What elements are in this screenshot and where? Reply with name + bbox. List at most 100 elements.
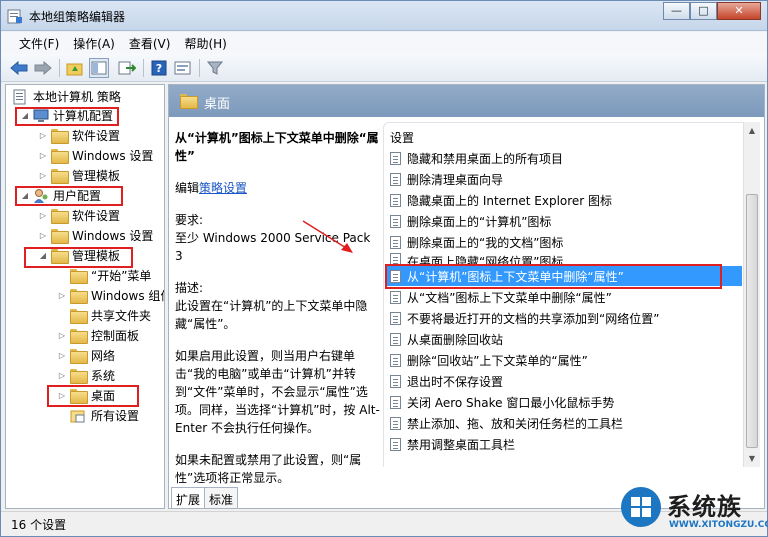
policy-title: 从“计算机”图标上下文菜单中删除“属性” [175, 131, 379, 163]
setting-icon [390, 290, 401, 304]
watermark: 系统族 WWW.XITONGZU.COM [617, 483, 768, 536]
tree-windows-components[interactable]: ▷ Windows 组件 [57, 286, 164, 305]
edit-policy-link[interactable]: 策略设置 [199, 181, 247, 195]
tree-cc-software[interactable]: ▷ 软件设置 [38, 126, 120, 145]
window: 本地组策略编辑器 — □ ✕ 文件(F) 操作(A) 查看(V) 帮助(H) ?… [0, 0, 768, 537]
highlight-selected-setting [385, 264, 722, 289]
highlight-user-config [15, 186, 123, 206]
settings-column-header[interactable]: 设置 [384, 123, 743, 147]
tree-all-settings[interactable]: 所有设置 [70, 406, 139, 425]
list-item[interactable]: 从“文档”图标上下文菜单中删除“属性” [386, 287, 742, 307]
list-item[interactable]: 禁止添加、拖、放和关闭任务栏的工具栏 [386, 413, 742, 433]
menu-bar: 文件(F) 操作(A) 查看(V) 帮助(H) [1, 32, 767, 54]
show-tree-icon[interactable] [89, 58, 109, 78]
red-arrow-icon [302, 220, 353, 253]
tree-system[interactable]: ▷ 系统 [57, 366, 115, 385]
menu-action[interactable]: 操作(A) [67, 32, 123, 54]
app-icon [7, 9, 22, 24]
setting-icon [390, 353, 401, 367]
description-text: 此设置在“计算机”的上下文菜单中隐藏“属性”。 [175, 299, 368, 331]
scroll-down-icon[interactable]: ▼ [744, 450, 760, 467]
folder-icon [70, 369, 88, 384]
folder-icon [51, 129, 69, 144]
filter-icon[interactable] [205, 58, 225, 78]
minimize-button[interactable]: — [663, 2, 690, 20]
status-text: 16 个设置 [11, 518, 67, 532]
view-tabs: 扩展 标准 [171, 487, 239, 508]
menu-help[interactable]: 帮助(H) [178, 32, 234, 54]
highlight-desktop [47, 385, 139, 407]
setting-icon [390, 374, 401, 388]
all-settings-icon [70, 410, 85, 422]
disabled-text: 如果未配置或禁用了此设置，则“属性”选项将正常显示。 [175, 453, 362, 485]
help-icon[interactable]: ? [149, 58, 169, 78]
list-item[interactable]: 从桌面删除回收站 [386, 329, 742, 349]
setting-icon [390, 437, 401, 451]
list-item[interactable]: 删除桌面上的“计算机”图标 [386, 211, 742, 231]
back-icon[interactable] [9, 58, 29, 78]
policy-doc-icon [13, 89, 26, 104]
folder-icon [70, 309, 88, 324]
setting-icon [390, 395, 401, 409]
tree-control-panel[interactable]: ▷ 控制面板 [57, 326, 139, 345]
setting-icon [390, 172, 401, 186]
up-folder-icon[interactable] [65, 58, 85, 78]
svg-text:?: ? [156, 62, 162, 75]
setting-icon [390, 332, 401, 346]
list-item[interactable]: 隐藏和禁用桌面上的所有项目 [386, 148, 742, 168]
details-header: 桌面 [169, 85, 764, 117]
tree-uc-windows[interactable]: ▷ Windows 设置 [38, 226, 153, 245]
tree-uc-software[interactable]: ▷ 软件设置 [38, 206, 120, 225]
tree-cc-admin[interactable]: ▷ 管理模板 [38, 166, 120, 185]
details-pane: 桌面 从“计算机”图标上下文菜单中删除“属性” 编辑策略设置 要求: 至少 Win… [168, 84, 765, 509]
folder-icon [51, 209, 69, 224]
highlight-admin-templates [24, 247, 133, 268]
toolbar: ? [1, 54, 767, 82]
menu-view[interactable]: 查看(V) [123, 32, 179, 54]
list-item[interactable]: 删除清理桌面向导 [386, 169, 742, 189]
close-button[interactable]: ✕ [717, 2, 761, 20]
forward-icon[interactable] [33, 58, 53, 78]
list-item[interactable]: 删除“回收站”上下文菜单的“属性” [386, 350, 742, 370]
description-panel: 从“计算机”图标上下文菜单中删除“属性” 编辑策略设置 要求: 至少 Window… [175, 131, 380, 485]
tab-standard[interactable]: 标准 [204, 487, 239, 508]
settings-list: 设置 隐藏和禁用桌面上的所有项目 删除清理桌面向导 隐藏桌面上的 Interne… [383, 122, 743, 467]
menu-file[interactable]: 文件(F) [13, 32, 67, 54]
folder-icon [70, 269, 88, 284]
scroll-up-icon[interactable]: ▲ [744, 122, 760, 139]
list-item[interactable]: 关闭 Aero Shake 窗口最小化鼠标手势 [386, 392, 742, 412]
scroll-thumb[interactable] [746, 194, 758, 448]
setting-icon [390, 214, 401, 228]
export-icon[interactable] [117, 58, 137, 78]
folder-icon [180, 94, 198, 109]
list-item[interactable]: 退出时不保存设置 [386, 371, 742, 391]
folder-icon [51, 149, 69, 164]
properties-icon[interactable] [173, 58, 193, 78]
tree-root[interactable]: 本地计算机 策略 [12, 87, 121, 106]
setting-icon [390, 151, 401, 165]
tree-cc-windows[interactable]: ▷ Windows 设置 [38, 146, 153, 165]
tab-extended[interactable]: 扩展 [171, 487, 206, 508]
setting-icon [390, 311, 401, 325]
title-bar: 本地组策略编辑器 — □ ✕ [1, 1, 767, 31]
folder-icon [70, 289, 88, 304]
tree-network[interactable]: ▷ 网络 [57, 346, 115, 365]
tree-shared-folders[interactable]: 共享文件夹 [70, 306, 151, 325]
setting-icon [390, 416, 401, 430]
folder-icon [51, 229, 69, 244]
list-item[interactable]: 删除桌面上的“我的文档”图标 [386, 232, 742, 252]
windows-logo-icon [621, 487, 661, 527]
list-item[interactable]: 隐藏桌面上的 Internet Explorer 图标 [386, 190, 742, 210]
folder-icon [70, 349, 88, 364]
setting-icon [390, 235, 401, 249]
list-item[interactable]: 不要将最近打开的文档的共享添加到“网络位置” [386, 308, 742, 328]
tree-start-menu[interactable]: “开始”菜单 [70, 266, 151, 285]
list-item[interactable]: 禁用调整桌面工具栏 [386, 434, 742, 454]
vertical-scrollbar[interactable]: ▲ ▼ [743, 122, 760, 467]
enabled-text: 如果启用此设置，则当用户右键单击“我的电脑”或单击“计算机”并转到“文件”菜单时… [175, 349, 380, 435]
setting-icon [390, 193, 401, 207]
highlight-computer-config [15, 107, 119, 126]
maximize-button[interactable]: □ [690, 2, 717, 20]
folder-icon [70, 329, 88, 344]
folder-icon [51, 169, 69, 184]
